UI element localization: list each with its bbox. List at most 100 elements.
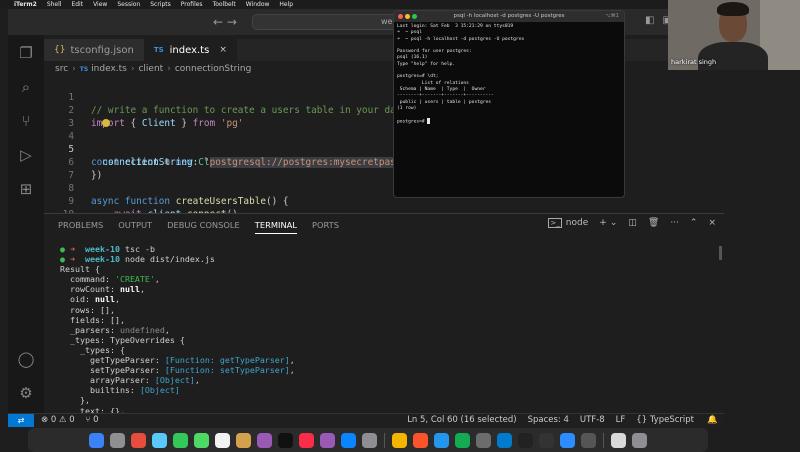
terminal-line: setTypeParser: [Function: setTypeParser]… (60, 365, 295, 376)
settings-gear-icon[interactable]: ⚙ (16, 383, 36, 403)
menu-item-edit[interactable]: Edit (71, 1, 83, 8)
zoom-icon[interactable] (560, 432, 575, 448)
status-cursor-position[interactable]: Ln 5, Col 60 (16 selected) (407, 415, 516, 425)
prompt-directory: week-10 (85, 244, 120, 254)
vscode-icon[interactable] (497, 432, 512, 448)
close-panel-icon[interactable]: × (708, 218, 716, 228)
activity-bar: ❐ ⌕ ⑂ ▷ ⊞ ◯ ⚙ (8, 35, 44, 413)
notes-icon[interactable] (236, 432, 251, 448)
status-problems[interactable]: ⊗ 0 ⚠ 0 (41, 415, 75, 425)
terminal-output[interactable]: ● ➜ week-10 tsc -b ● ➜ week-10 node dist… (60, 244, 720, 420)
tab-terminal[interactable]: TERMINAL (254, 220, 297, 234)
menu-item-toolbelt[interactable]: Toolbelt (213, 1, 236, 8)
brave-icon[interactable] (413, 432, 428, 448)
status-encoding[interactable]: UTF-8 (580, 415, 605, 425)
ts-file-icon: TS (153, 46, 164, 54)
breadcrumb-file[interactable]: index.ts (91, 64, 127, 74)
psql-prompt-line: postgres=# (397, 118, 621, 125)
run-debug-icon[interactable]: ▷ (16, 145, 36, 165)
terminal-line: _types: TypeOverrides { (60, 334, 185, 345)
prompt-dot-icon: ● (60, 244, 65, 254)
menu-item-session[interactable]: Session (117, 1, 140, 8)
music-icon[interactable] (299, 432, 314, 448)
webcam-overlay: harkirat singh (668, 0, 800, 70)
system-settings-icon[interactable] (362, 432, 377, 448)
prompt-arrow-icon: ➜ (70, 254, 75, 265)
app-store-icon[interactable] (341, 432, 356, 448)
finder-icon[interactable] (89, 432, 104, 448)
iterm-icon[interactable] (539, 432, 554, 448)
maximize-panel-icon[interactable]: ⌃ (690, 218, 698, 228)
source-control-icon[interactable]: ⑂ (16, 111, 36, 131)
search-icon[interactable]: ⌕ (16, 77, 36, 97)
document-icon[interactable] (611, 432, 626, 448)
app-icon[interactable] (581, 432, 596, 448)
menu-item-window[interactable]: Window (246, 1, 270, 8)
status-eol[interactable]: LF (616, 415, 626, 425)
status-language[interactable]: {} TypeScript (636, 415, 694, 425)
psql-output[interactable]: Last login: Sat Feb 3 15:21:29 on ttys01… (394, 22, 624, 127)
close-icon[interactable]: × (219, 45, 227, 55)
split-terminal-icon[interactable]: ◫ (628, 218, 637, 228)
bell-icon[interactable]: 🔔 (707, 415, 718, 425)
breadcrumb-folder[interactable]: src (55, 64, 68, 74)
menu-item-help[interactable]: Help (279, 1, 293, 8)
tv-icon[interactable] (278, 432, 293, 448)
tab-ports[interactable]: PORTS (312, 220, 339, 234)
lightbulb-icon[interactable] (102, 119, 110, 127)
chrome-icon[interactable] (392, 432, 407, 448)
menu-item-shell[interactable]: Shell (47, 1, 62, 8)
menu-item-view[interactable]: View (93, 1, 107, 8)
breadcrumb-symbol-client[interactable]: client (138, 64, 163, 74)
output-value: [Function: getTypeParser] (164, 355, 290, 366)
terminal-scrollbar[interactable] (719, 246, 722, 260)
app-icon[interactable] (131, 432, 146, 448)
terminal-line: }, (60, 395, 90, 406)
terminal-icon[interactable] (518, 432, 533, 448)
app-icon[interactable] (257, 432, 272, 448)
psql-terminal-window[interactable]: psql -h localhost -d postgres -U postgre… (393, 10, 625, 198)
terminal-command: node dist/index.js (124, 254, 215, 265)
tab-problems[interactable]: PROBLEMS (58, 220, 103, 234)
messages-icon[interactable] (173, 432, 188, 448)
calendar-icon[interactable] (215, 432, 230, 448)
nav-arrows[interactable]: ← → (213, 15, 237, 29)
explorer-icon[interactable]: ❐ (16, 43, 36, 63)
prompt-dot-icon: ● (60, 254, 65, 265)
json-file-icon: {} (54, 45, 66, 55)
remote-indicator-icon[interactable]: ⇄ (8, 414, 34, 427)
tab-debug-console[interactable]: DEBUG CONSOLE (167, 220, 240, 234)
account-icon[interactable]: ◯ (16, 349, 36, 369)
terminal-line: arrayParser: [Object], (60, 375, 200, 386)
extensions-icon[interactable]: ⊞ (16, 179, 36, 199)
trash-icon[interactable] (632, 432, 647, 448)
status-indentation[interactable]: Spaces: 4 (528, 415, 569, 425)
docker-icon[interactable] (434, 432, 449, 448)
menu-item-profiles[interactable]: Profiles (181, 1, 203, 8)
terminal-name[interactable]: node (566, 218, 588, 228)
breadcrumb-symbol-connection-string[interactable]: connectionString (175, 64, 251, 74)
mongodb-icon[interactable] (455, 432, 470, 448)
terminal-line: command: 'CREATE', (60, 274, 160, 285)
chevron-down-icon[interactable]: ⌄ (610, 218, 618, 228)
facetime-icon[interactable] (194, 432, 209, 448)
close-window-icon[interactable] (398, 14, 403, 19)
more-actions-icon[interactable]: ··· (670, 218, 679, 228)
sidebar-toggle-icon[interactable]: ◧ (645, 15, 654, 26)
tab-output[interactable]: OUTPUT (118, 220, 152, 234)
status-ports[interactable]: ⑂ 0 (85, 415, 98, 425)
zoom-window-icon[interactable] (412, 14, 417, 19)
tab-tsconfig[interactable]: {} tsconfig.json (44, 39, 144, 61)
tab-label: index.ts (169, 44, 210, 56)
command-center[interactable]: wee (252, 14, 402, 30)
new-terminal-plus-icon[interactable]: + (599, 218, 607, 228)
podcasts-icon[interactable] (320, 432, 335, 448)
tab-index-ts[interactable]: TS index.ts × (143, 39, 237, 61)
menu-item-iterm2[interactable]: iTerm2 (14, 1, 37, 8)
app-icon[interactable] (476, 432, 491, 448)
safari-icon[interactable] (152, 432, 167, 448)
trash-icon[interactable]: 🗑 (648, 218, 659, 228)
menu-item-scripts[interactable]: Scripts (150, 1, 171, 8)
launchpad-icon[interactable] (110, 432, 125, 448)
minimize-window-icon[interactable] (405, 14, 410, 19)
